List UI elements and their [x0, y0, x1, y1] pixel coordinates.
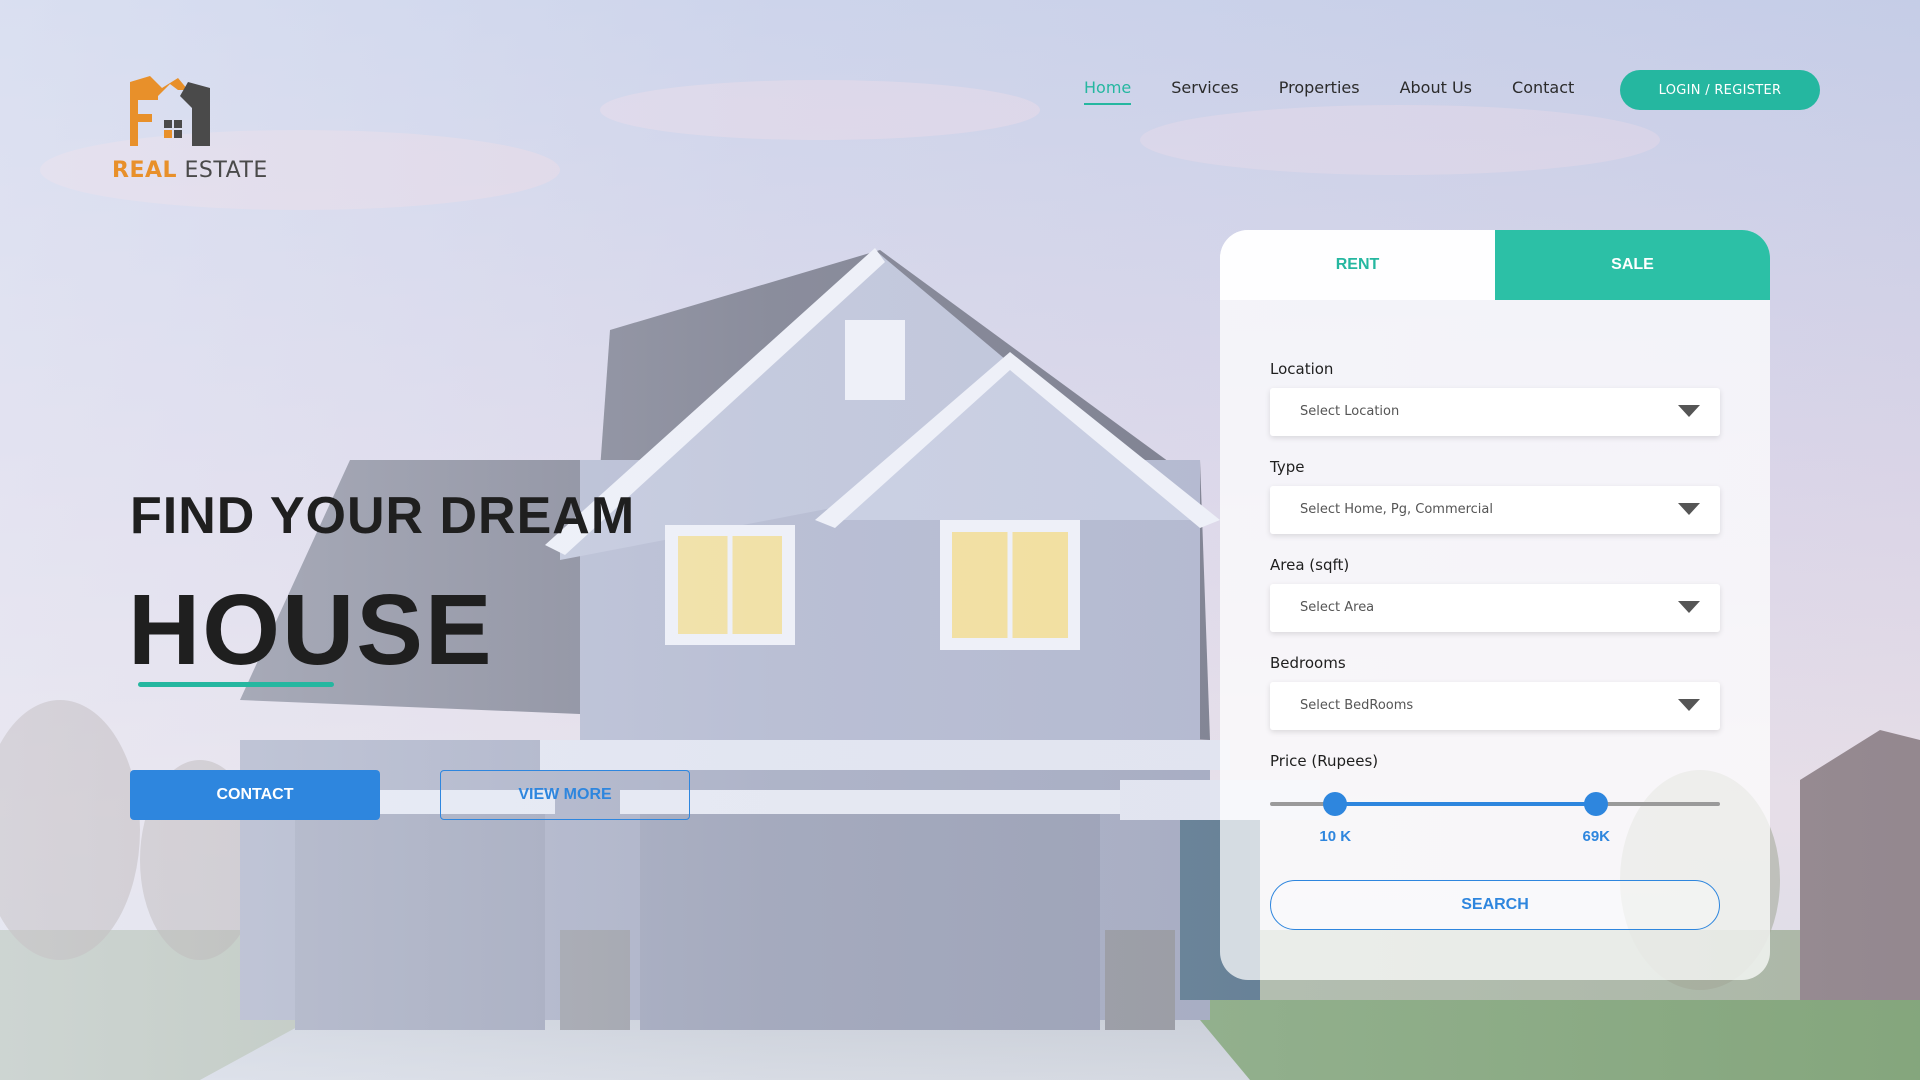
search-tabs: RENT SALE — [1220, 230, 1770, 300]
price-min-value: 10 K — [1319, 828, 1352, 845]
price-label: Price (Rupees) — [1270, 752, 1379, 770]
logo-word-estate: ESTATE — [184, 158, 268, 183]
area-select-placeholder: Select Area — [1300, 600, 1375, 615]
price-range-slider[interactable]: 10 K 69K — [1270, 790, 1720, 850]
tab-sale[interactable]: SALE — [1495, 230, 1770, 300]
tab-rent[interactable]: RENT — [1220, 230, 1495, 300]
property-search-panel: RENT SALE Location Select Location Type … — [1220, 230, 1770, 980]
chevron-down-icon — [1678, 699, 1700, 711]
location-select-placeholder: Select Location — [1300, 404, 1400, 419]
nav-link-contact[interactable]: Contact — [1512, 78, 1574, 105]
logo-word-real: REAL — [112, 158, 178, 183]
hero-heading-line2: HOUSE — [128, 574, 494, 686]
location-select[interactable]: Select Location — [1270, 388, 1720, 436]
location-label: Location — [1270, 360, 1334, 378]
hero-underline-accent — [138, 682, 334, 687]
contact-button[interactable]: CONTACT — [130, 770, 380, 820]
bedrooms-select[interactable]: Select BedRooms — [1270, 682, 1720, 730]
chevron-down-icon — [1678, 503, 1700, 515]
price-min-handle[interactable] — [1323, 792, 1348, 816]
view-more-button[interactable]: VIEW MORE — [440, 770, 690, 820]
nav-link-about-us[interactable]: About Us — [1400, 78, 1472, 105]
nav-link-properties[interactable]: Properties — [1279, 78, 1360, 105]
price-slider-fill — [1335, 802, 1597, 806]
search-button[interactable]: SEARCH — [1270, 880, 1720, 930]
price-max-value: 69K — [1582, 828, 1611, 845]
bedrooms-label: Bedrooms — [1270, 654, 1346, 672]
area-label: Area (sqft) — [1270, 556, 1350, 574]
chevron-down-icon — [1678, 601, 1700, 613]
bedrooms-select-placeholder: Select BedRooms — [1300, 698, 1414, 713]
site-logo[interactable]: REAL ESTATE — [108, 74, 267, 186]
type-label: Type — [1270, 458, 1305, 476]
nav-link-services[interactable]: Services — [1171, 78, 1238, 105]
logo-wordmark: REAL ESTATE — [112, 158, 268, 183]
type-select[interactable]: Select Home, Pg, Commercial — [1270, 486, 1720, 534]
hero-heading-line1: FIND YOUR DREAM — [130, 487, 636, 545]
type-select-placeholder: Select Home, Pg, Commercial — [1300, 502, 1494, 517]
house-logo-icon — [130, 76, 210, 146]
price-max-handle[interactable] — [1584, 792, 1609, 816]
area-select[interactable]: Select Area — [1270, 584, 1720, 632]
main-nav: Home Services Properties About Us Contac… — [1084, 78, 1574, 105]
nav-link-home[interactable]: Home — [1084, 78, 1132, 105]
chevron-down-icon — [1678, 405, 1700, 417]
login-register-button[interactable]: LOGIN / REGISTER — [1620, 70, 1820, 110]
